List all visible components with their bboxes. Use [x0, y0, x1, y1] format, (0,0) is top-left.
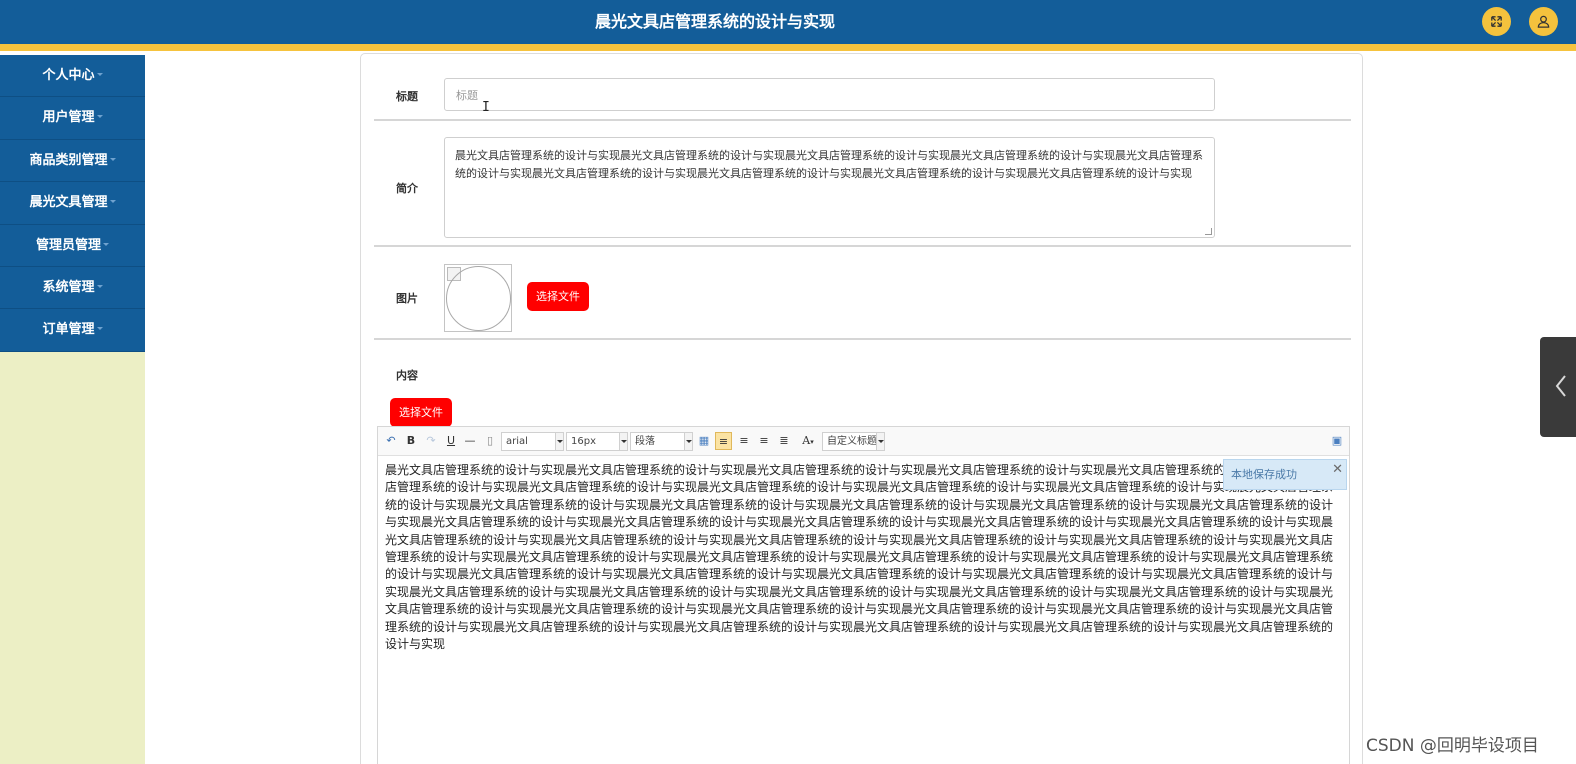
custom-title-value: 自定义标题	[827, 436, 877, 447]
expand-arrows-icon	[1491, 16, 1502, 27]
sidebar-item-admin-management[interactable]: 管理员管理	[0, 225, 145, 267]
underline-button[interactable]: U	[444, 432, 458, 450]
paragraph-select[interactable]: 段落	[630, 432, 693, 451]
image-label: 图片	[396, 292, 418, 305]
app-title: 晨光文具店管理系统的设计与实现	[594, 12, 835, 31]
editor-content[interactable]: 晨光文具店管理系统的设计与实现晨光文具店管理系统的设计与实现晨光文具店管理系统的…	[385, 462, 1343, 653]
text-cursor-icon: I	[482, 100, 490, 115]
align-right-icon[interactable]: ≡	[756, 432, 772, 450]
paragraph-value: 段落	[635, 436, 655, 447]
title-label: 标题	[396, 90, 418, 103]
sidebar-menu: 个人中心 用户管理 商品类别管理 晨光文具管理 管理员管理 系统管理 订单管理	[0, 55, 145, 352]
sidebar-item-label: 系统管理	[42, 279, 95, 295]
align-justify-icon[interactable]: ≣	[776, 432, 792, 450]
document-icon[interactable]: ▯	[483, 432, 497, 450]
horizontal-rule-icon[interactable]: —	[463, 432, 477, 450]
intro-textarea[interactable]: 晨光文具店管理系统的设计与实现晨光文具店管理系统的设计与实现晨光文具店管理系统的…	[444, 137, 1215, 238]
caret-down-icon	[103, 242, 109, 246]
rich-text-editor: ↶ B ↷ U — ▯ arial 16px 段落 ▦ ≡ ≡ ≡ ≣ A▾ 自…	[377, 426, 1350, 764]
sidebar-item-label: 个人中心	[42, 68, 95, 83]
align-center-icon[interactable]: ≡	[736, 432, 752, 450]
redo-icon[interactable]: ↷	[424, 432, 438, 450]
watermark: CSDN @回明毕设项目	[1366, 736, 1539, 756]
fullscreen-button[interactable]	[1482, 7, 1511, 36]
sidebar-item-label: 商品类别管理	[29, 152, 108, 168]
font-size-value: 16px	[571, 436, 596, 447]
custom-title-select[interactable]: 自定义标题	[822, 432, 885, 451]
caret-down-icon	[96, 327, 103, 331]
row-divider	[374, 338, 1351, 340]
row-divider	[374, 245, 1351, 247]
editor-toolbar: ↶ B ↷ U — ▯ arial 16px 段落 ▦ ≡ ≡ ≡ ≣ A▾ 自…	[378, 427, 1349, 456]
avatar-circle	[446, 266, 511, 331]
sidebar-item-label: 管理员管理	[35, 237, 101, 253]
chevron-down-icon	[684, 433, 692, 450]
caret-down-icon	[109, 200, 116, 204]
caret-down-icon	[96, 284, 103, 288]
sidebar-item-user-management[interactable]: 用户管理	[0, 97, 145, 140]
user-icon	[1537, 15, 1550, 28]
chevron-left-icon	[1555, 375, 1566, 397]
save-toast: 本地保存成功 ✕	[1223, 459, 1347, 490]
sidebar-item-order-management[interactable]: 订单管理	[0, 309, 145, 352]
resize-grip-icon[interactable]	[1205, 228, 1212, 235]
top-bar: 晨光文具店管理系统的设计与实现	[0, 0, 1576, 44]
sidebar-item-label: 订单管理	[42, 322, 95, 338]
align-left-icon[interactable]: ≡	[715, 432, 732, 450]
chevron-down-icon	[555, 433, 563, 450]
sidebar: 个人中心 用户管理 商品类别管理 晨光文具管理 管理员管理 系统管理 订单管理	[0, 55, 145, 764]
content-choose-file-button[interactable]: 选择文件	[390, 398, 452, 427]
chevron-down-icon	[876, 433, 884, 450]
content-label: 内容	[396, 369, 418, 382]
sidebar-item-system-management[interactable]: 系统管理	[0, 267, 145, 310]
sidebar-item-label: 用户管理	[42, 110, 95, 126]
bold-button[interactable]: B	[404, 432, 418, 450]
side-panel-toggle[interactable]	[1540, 337, 1576, 437]
close-icon[interactable]: ✕	[1332, 455, 1343, 484]
font-color-button[interactable]: A▾	[796, 432, 820, 450]
fullscreen-editor-icon[interactable]: ▣	[1329, 432, 1345, 450]
sidebar-item-personal-center[interactable]: 个人中心	[0, 55, 145, 98]
font-family-value: arial	[506, 436, 528, 447]
image-choose-file-button[interactable]: 选择文件	[527, 282, 589, 311]
title-input[interactable]: 标题	[444, 78, 1215, 111]
row-divider	[374, 119, 1351, 121]
header-stripe	[0, 44, 1576, 51]
font-size-select[interactable]: 16px	[566, 432, 628, 451]
chevron-down-icon	[619, 433, 627, 450]
font-family-select[interactable]: arial	[501, 432, 564, 451]
sidebar-item-category-management[interactable]: 商品类别管理	[0, 140, 145, 183]
table-icon[interactable]: ▦	[696, 432, 712, 450]
intro-text: 晨光文具店管理系统的设计与实现晨光文具店管理系统的设计与实现晨光文具店管理系统的…	[455, 149, 1203, 180]
image-preview	[444, 264, 512, 332]
caret-down-icon	[109, 157, 116, 161]
sidebar-item-label: 晨光文具管理	[29, 195, 108, 211]
user-button[interactable]	[1529, 7, 1558, 36]
caret-down-icon	[96, 115, 103, 119]
caret-down-icon	[96, 73, 103, 76]
sidebar-item-stationery-management[interactable]: 晨光文具管理	[0, 182, 145, 225]
caret-down-icon: ▾	[810, 438, 814, 446]
undo-icon[interactable]: ↶	[384, 432, 398, 450]
intro-label: 简介	[396, 182, 418, 195]
toast-message: 本地保存成功	[1231, 468, 1297, 481]
